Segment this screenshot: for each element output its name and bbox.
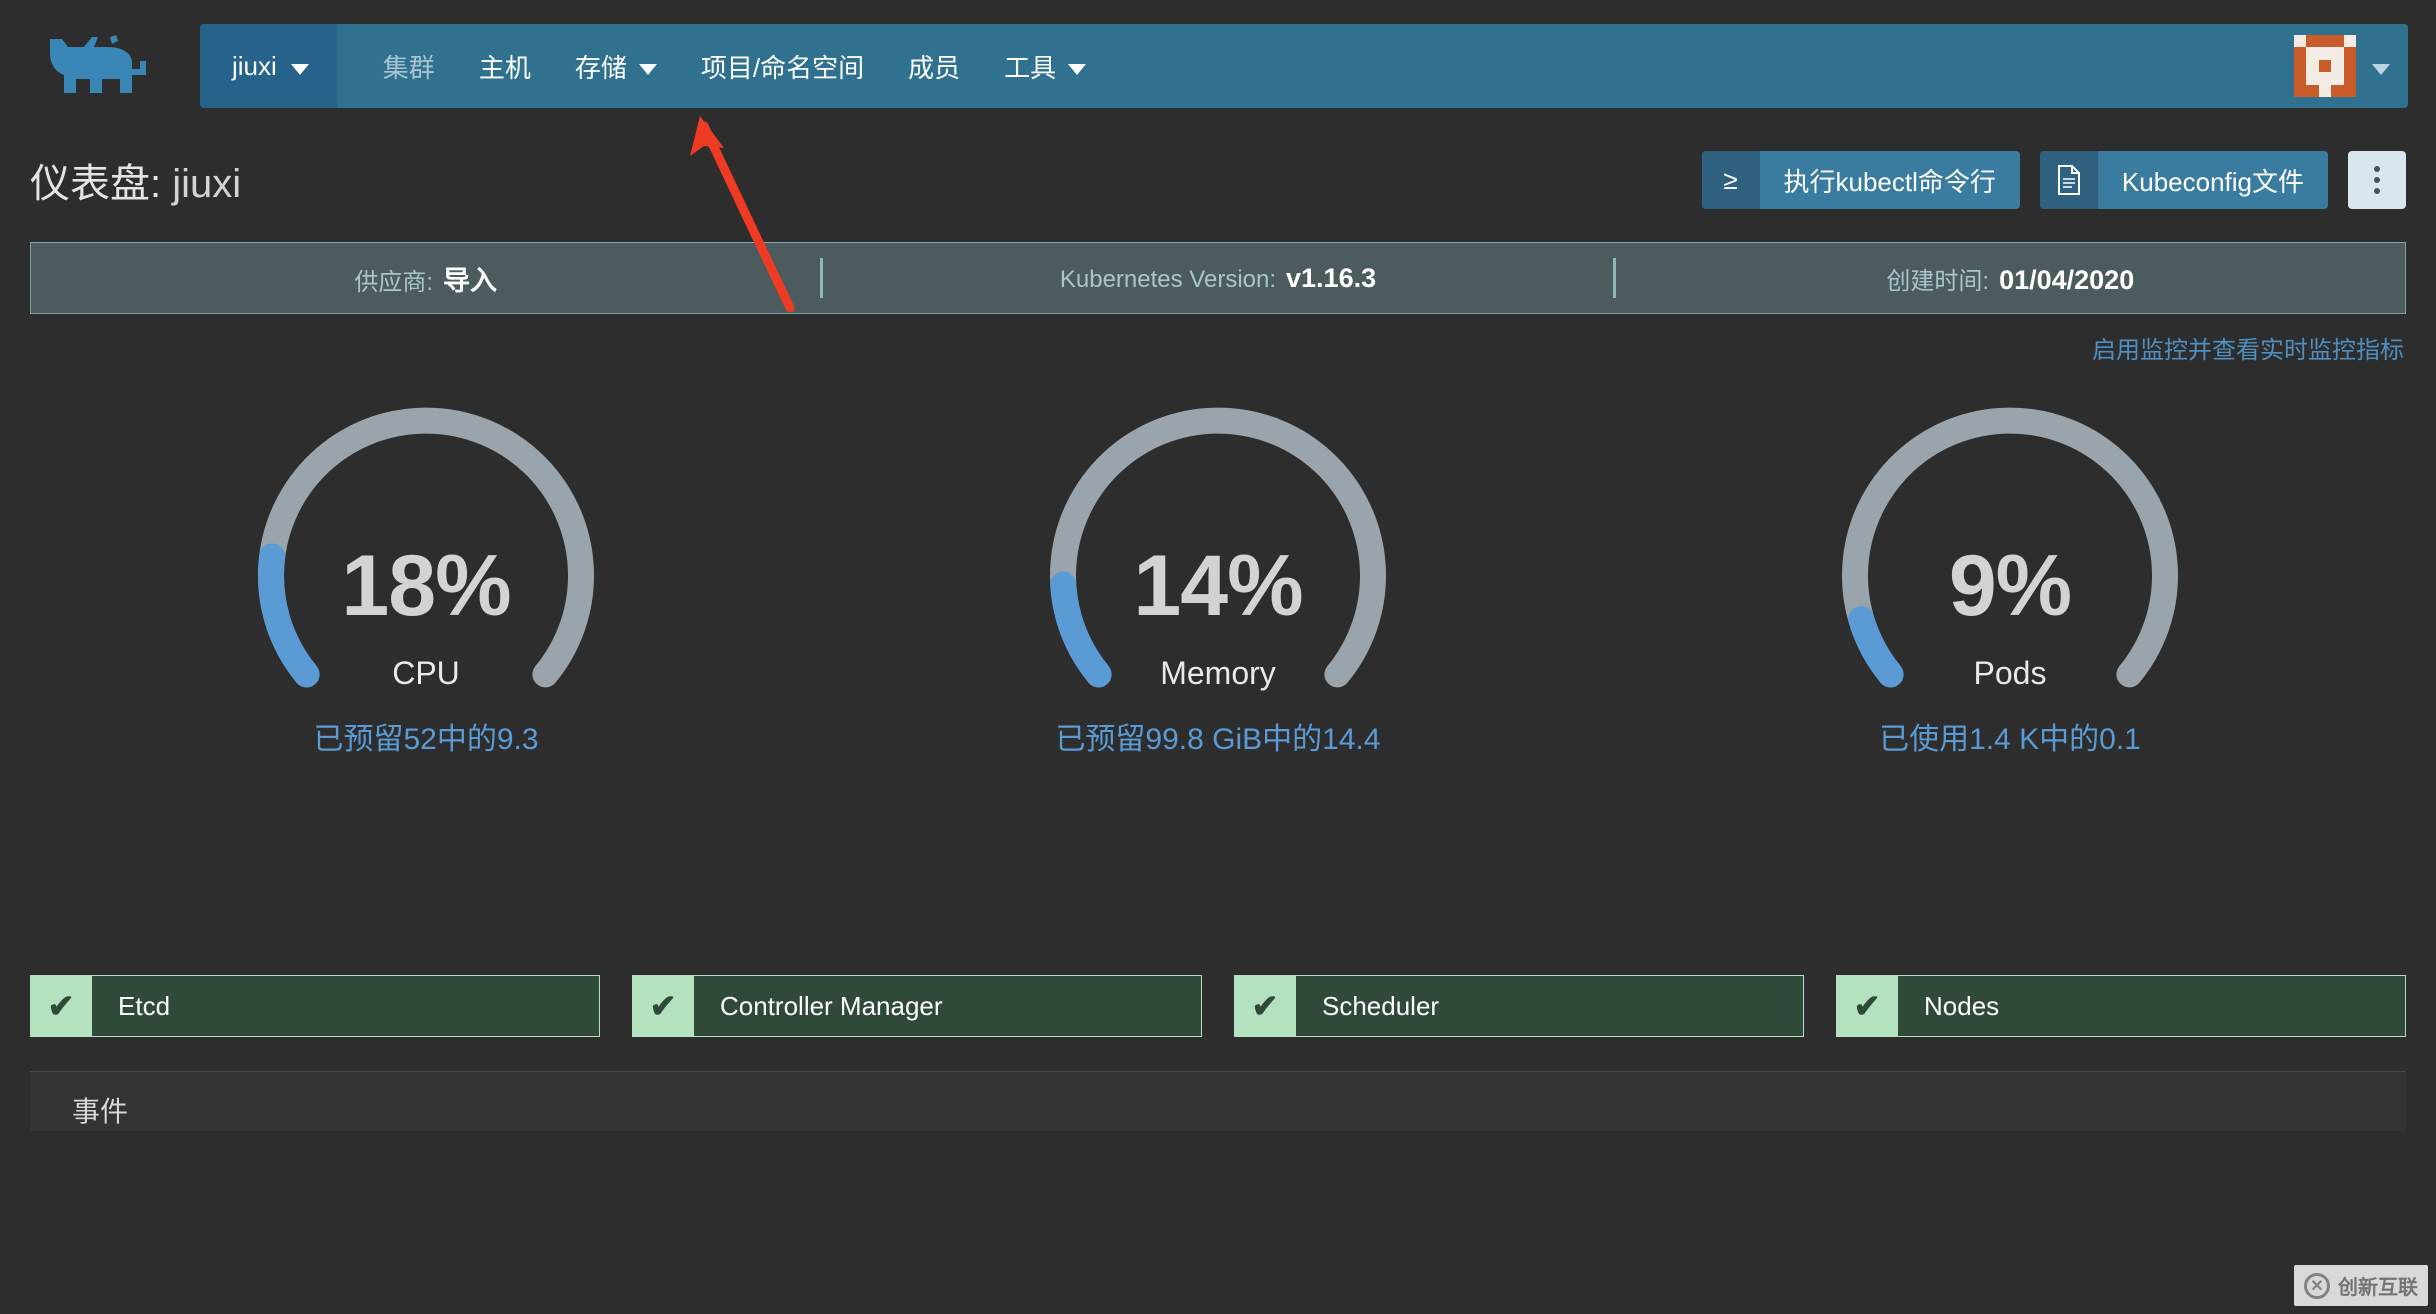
rancher-cow-logo[interactable] [0, 0, 200, 132]
document-file-glyph [2057, 165, 2080, 195]
document-file-icon [2039, 151, 2098, 209]
check-glyph: ✔ [649, 988, 677, 1024]
gauge-percent: 18% [341, 538, 511, 634]
chevron-down-icon [1068, 63, 1087, 75]
nav-item-label: 主机 [478, 52, 531, 83]
kubeconfig-button[interactable]: Kubeconfig文件 [2039, 151, 2328, 209]
page-title-value: jiuxi [172, 162, 242, 206]
terminal-glyph: ≥ [1723, 164, 1738, 195]
events-panel: 事件 [30, 1071, 2406, 1131]
gauge-percent: 14% [1133, 538, 1303, 634]
nav-item-label: 存储 [574, 52, 627, 83]
info-value: 01/04/2020 [1999, 264, 2135, 295]
nav-item-label: 集群 [382, 52, 435, 83]
info-kubernetes-version: Kubernetes Version: v1.16.3 [823, 263, 1612, 294]
check-glyph: ✔ [1853, 988, 1881, 1024]
top-navigation-bar: jiuxi 集群 主机 存储 项目/命名空间 成员 工具 [0, 0, 2436, 312]
chevron-down-icon[interactable] [2372, 63, 2390, 75]
status-card-etcd[interactable]: ✔ Etcd [30, 975, 600, 1037]
check-mark-icon: ✔ [632, 975, 694, 1037]
watermark-logo-icon: ✕ [2304, 1272, 2330, 1299]
gauge-label: CPU [392, 655, 460, 691]
status-card-scheduler[interactable]: ✔ Scheduler [1234, 975, 1804, 1037]
info-value: 导入 [443, 265, 497, 296]
nav-item-tools[interactable]: 工具 [982, 48, 1108, 85]
run-kubectl-label: 执行kubectl命令行 [1783, 166, 1996, 197]
info-label: 创建时间: [1886, 267, 1990, 295]
nav-item-clusters[interactable]: 集群 [361, 48, 457, 85]
page-title: 仪表盘: jiuxi [30, 151, 241, 209]
gauge-memory: 14% Memory 已预留99.8 GiB中的14.4 [908, 375, 1528, 935]
gauge-pods-text: 9% Pods 已使用1.4 K中的0.1 [1879, 543, 2141, 758]
kubeconfig-label: Kubeconfig文件 [2121, 166, 2304, 197]
status-card-label: Etcd [118, 990, 171, 1021]
nav-items: 集群 主机 存储 项目/命名空间 成员 工具 [337, 24, 1108, 108]
rancher-cow-logo-icon [50, 35, 146, 93]
gauge-cpu-text: 18% CPU 已预留52中的9.3 [313, 543, 538, 758]
status-card-label: Scheduler [1322, 990, 1440, 1021]
check-mark-icon: ✔ [30, 975, 92, 1037]
gauge-detail: 已预留52中的9.3 [313, 723, 539, 756]
cluster-selector-label: jiuxi [232, 50, 277, 81]
chevron-down-icon [638, 63, 657, 75]
info-created-time: 创建时间: 01/04/2020 [1616, 261, 2405, 296]
status-card-label: Controller Manager [720, 990, 943, 1021]
status-card-nodes[interactable]: ✔ Nodes [1836, 975, 2406, 1037]
component-status-row: ✔ Etcd ✔ Controller Manager ✔ Scheduler … [0, 975, 2436, 1037]
nav-item-hosts[interactable]: 主机 [457, 48, 553, 85]
user-avatar-identicon[interactable] [2294, 35, 2356, 97]
page-header: 仪表盘: jiuxi ≥ 执行kubectl命令行 Kubeconfig文件 [0, 132, 2436, 228]
page-title-separator: : [150, 162, 173, 206]
info-value: v1.16.3 [1286, 262, 1377, 293]
status-card-controller-manager[interactable]: ✔ Controller Manager [632, 975, 1202, 1037]
watermark-glyph: ✕ [2310, 1277, 2324, 1295]
gauge-cpu: 18% CPU 已预留52中的9.3 [116, 375, 736, 935]
run-kubectl-button[interactable]: ≥ 执行kubectl命令行 [1701, 151, 2020, 209]
page-actions: ≥ 执行kubectl命令行 Kubeconfig文件 [1701, 151, 2406, 209]
enable-monitoring-link[interactable]: 启用监控并查看实时监控指标 [2092, 330, 2404, 365]
gauge-detail: 已预留99.8 GiB中的14.4 [1055, 723, 1381, 756]
check-mark-icon: ✔ [1234, 975, 1296, 1037]
terminal-prompt-icon: ≥ [1701, 151, 1760, 209]
nav-item-label: 项目/命名空间 [700, 52, 865, 83]
gauge-percent: 9% [1948, 538, 2072, 634]
nav-item-label: 成员 [908, 52, 961, 83]
kebab-menu-icon[interactable] [2348, 151, 2406, 209]
gauge-pods: 9% Pods 已使用1.4 K中的0.1 [1700, 375, 2320, 935]
nav-item-label: 工具 [1004, 52, 1057, 83]
gauge-label: Memory [1160, 655, 1276, 691]
check-glyph: ✔ [47, 988, 75, 1024]
check-glyph: ✔ [1251, 988, 1279, 1024]
nav-item-projects-namespaces[interactable]: 项目/命名空间 [679, 48, 886, 85]
events-panel-title: 事件 [72, 1096, 129, 1127]
info-label: 供应商: [354, 268, 433, 296]
cluster-info-bar: 供应商: 导入 Kubernetes Version: v1.16.3 创建时间… [30, 242, 2406, 314]
nav-item-storage[interactable]: 存储 [553, 48, 679, 85]
gauge-memory-text: 14% Memory 已预留99.8 GiB中的14.4 [1055, 543, 1380, 758]
gauge-label: Pods [1973, 655, 2047, 691]
status-card-label: Nodes [1924, 990, 2000, 1021]
watermark: ✕ 创新互联 [2294, 1265, 2428, 1306]
main-nav-container: jiuxi 集群 主机 存储 项目/命名空间 成员 工具 [200, 24, 2408, 108]
info-provider: 供应商: 导入 [31, 259, 820, 298]
monitoring-row: 启用监控并查看实时监控指标 [0, 314, 2436, 365]
page-title-prefix: 仪表盘 [30, 162, 150, 206]
gauge-detail: 已使用1.4 K中的0.1 [1879, 723, 2141, 756]
chevron-down-icon [290, 63, 309, 75]
resource-gauges: 18% CPU 已预留52中的9.3 14% Memory 已预留99.8 Gi… [0, 365, 2436, 965]
info-label: Kubernetes Version: [1059, 265, 1277, 293]
cluster-selector[interactable]: jiuxi [200, 24, 337, 108]
nav-right-section [2294, 24, 2408, 108]
watermark-text: 创新互联 [2338, 1277, 2418, 1299]
check-mark-icon: ✔ [1836, 975, 1898, 1037]
nav-item-members[interactable]: 成员 [886, 48, 982, 85]
